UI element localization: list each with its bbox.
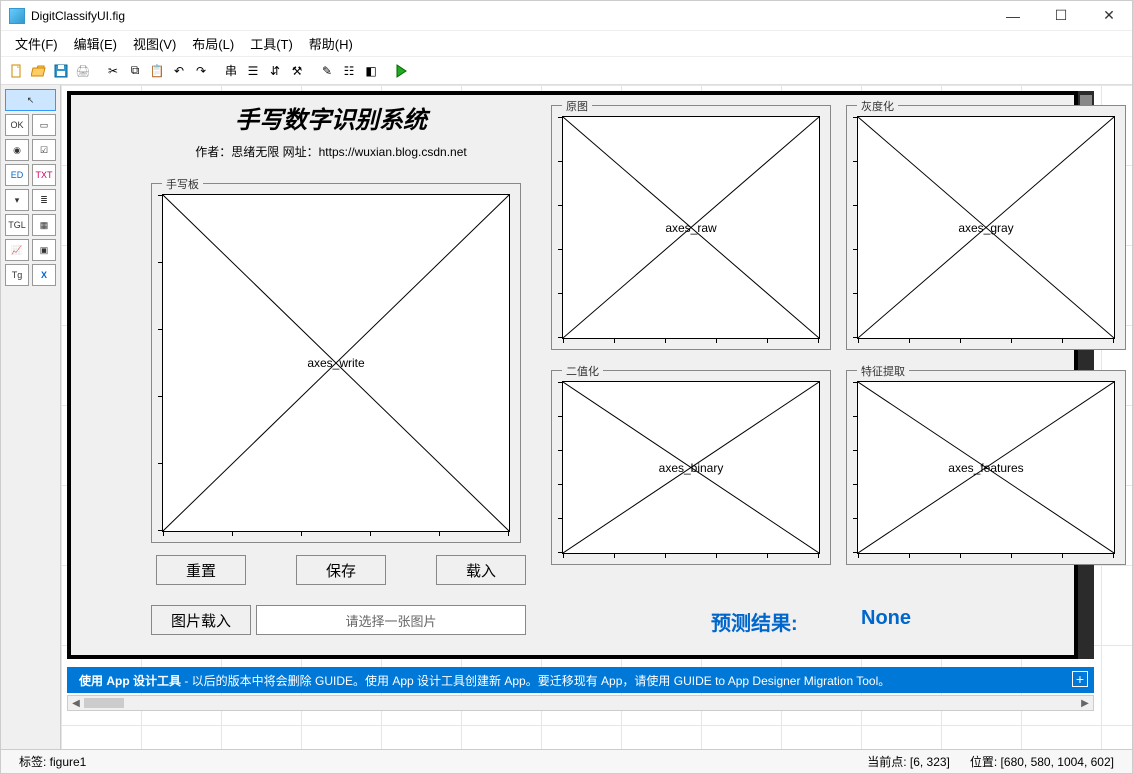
tool-text[interactable]: TXT xyxy=(32,164,56,186)
tool-edit[interactable]: ED xyxy=(5,164,29,186)
toolbar-editor-icon[interactable]: ⚒ xyxy=(287,61,307,81)
panel-features[interactable]: 特征提取 axes_features xyxy=(846,370,1126,565)
status-position: 位置: [680, 580, 1004, 602] xyxy=(960,753,1124,770)
minimize-button[interactable]: — xyxy=(998,6,1028,26)
object-browser-icon[interactable]: ◧ xyxy=(361,61,381,81)
bluebar-bold: 使用 App 设计工具 xyxy=(79,674,181,688)
tab-order-icon[interactable]: ⇵ xyxy=(265,61,285,81)
menu-tools[interactable]: 工具(T) xyxy=(244,32,299,55)
axes-features-name: axes_features xyxy=(948,461,1023,475)
axes-write-name: axes_write xyxy=(307,356,364,370)
menu-help[interactable]: 帮助(H) xyxy=(303,32,359,55)
reset-button[interactable]: 重置 xyxy=(156,555,246,585)
tool-checkbox[interactable]: ☑ xyxy=(32,139,56,161)
app-title: 手写数字识别系统 xyxy=(151,100,511,135)
guide-deprecation-bar: 使用 App 设计工具 - 以后的版本中将会删除 GUIDE。使用 App 设计… xyxy=(67,667,1094,693)
align-icon[interactable]: 串 xyxy=(221,61,241,81)
component-palette: ↖ OK ▭ ◉ ☑ ED TXT ▾ ≣ TGL ▦ 📈 ▣ Tg X xyxy=(1,85,61,749)
maximize-button[interactable]: ☐ xyxy=(1046,6,1076,26)
image-load-button[interactable]: 图片载入 xyxy=(151,605,251,635)
axes-raw[interactable]: axes_raw xyxy=(562,116,820,339)
bluebar-expand-icon[interactable]: + xyxy=(1072,671,1088,687)
axes-write[interactable]: axes_write xyxy=(162,194,510,532)
status-bar: 标签: figure1 当前点: [6, 323] 位置: [680, 580,… xyxy=(1,749,1132,773)
save-button[interactable]: 保存 xyxy=(296,555,386,585)
image-path-input[interactable]: 请选择一张图片 xyxy=(256,605,526,635)
panel-write-label: 手写板 xyxy=(162,176,203,192)
tool-slider[interactable]: ▭ xyxy=(32,114,56,136)
window-titlebar: DigitClassifyUI.fig — ☐ ✕ xyxy=(1,1,1132,31)
new-icon[interactable] xyxy=(7,61,27,81)
menu-file[interactable]: 文件(F) xyxy=(9,32,64,55)
tool-panel[interactable]: ▣ xyxy=(32,239,56,261)
prediction-label: 预测结果: xyxy=(711,607,798,636)
panel-gray[interactable]: 灰度化 axes_gray xyxy=(846,105,1126,350)
design-canvas[interactable]: 手写数字识别系统 作者：思绪无限 网址：https://wuxian.blog.… xyxy=(61,85,1132,749)
window-title: DigitClassifyUI.fig xyxy=(31,9,998,23)
bluebar-text: - 以后的版本中将会删除 GUIDE。使用 App 设计工具创建新 App。要迁… xyxy=(181,674,890,688)
tool-listbox[interactable]: ≣ xyxy=(32,189,56,211)
cut-icon[interactable]: ✂ xyxy=(103,61,123,81)
tool-popup[interactable]: ▾ xyxy=(5,189,29,211)
menu-bar: 文件(F) 编辑(E) 视图(V) 布局(L) 工具(T) 帮助(H) xyxy=(1,31,1132,57)
property-inspector-icon[interactable]: ☷ xyxy=(339,61,359,81)
menu-edit[interactable]: 编辑(E) xyxy=(68,32,123,55)
status-tag: 标签: figure1 xyxy=(9,753,96,770)
panel-write[interactable]: 手写板 axes_write xyxy=(151,183,521,543)
save-icon[interactable] xyxy=(51,61,71,81)
tool-radio[interactable]: ◉ xyxy=(5,139,29,161)
app-icon xyxy=(9,8,25,24)
tool-buttongroup[interactable]: Tg xyxy=(5,264,29,286)
menu-view[interactable]: 视图(V) xyxy=(127,32,182,55)
axes-gray-name: axes_gray xyxy=(958,221,1013,235)
panel-binary[interactable]: 二值化 axes_binary xyxy=(551,370,831,565)
toolbar: 🖨 ✂ ⧉ 📋 ↶ ↷ 串 ☰ ⇵ ⚒ ✎ ☷ ◧ xyxy=(1,57,1132,85)
axes-gray[interactable]: axes_gray xyxy=(857,116,1115,339)
menu-editor-icon[interactable]: ☰ xyxy=(243,61,263,81)
app-subtitle: 作者：思绪无限 网址：https://wuxian.blog.csdn.net xyxy=(151,143,511,160)
tool-axes[interactable]: 📈 xyxy=(5,239,29,261)
tool-table[interactable]: ▦ xyxy=(32,214,56,236)
prediction-value: None xyxy=(861,607,911,630)
close-button[interactable]: ✕ xyxy=(1094,6,1124,26)
axes-binary-name: axes_binary xyxy=(659,461,724,475)
undo-icon[interactable]: ↶ xyxy=(169,61,189,81)
axes-features[interactable]: axes_features xyxy=(857,381,1115,554)
panel-raw[interactable]: 原图 axes_raw xyxy=(551,105,831,350)
scroll-left-icon[interactable]: ◀ xyxy=(68,696,84,710)
panel-raw-label: 原图 xyxy=(562,98,592,114)
run-icon[interactable] xyxy=(391,61,411,81)
axes-raw-name: axes_raw xyxy=(665,221,716,235)
tool-select[interactable]: ↖ xyxy=(5,89,56,111)
tool-toggle[interactable]: TGL xyxy=(5,214,29,236)
editor-icon[interactable]: ✎ xyxy=(317,61,337,81)
tool-pushbutton[interactable]: OK xyxy=(5,114,29,136)
panel-binary-label: 二值化 xyxy=(562,363,603,379)
axes-binary[interactable]: axes_binary xyxy=(562,381,820,554)
work-area: ↖ OK ▭ ◉ ☑ ED TXT ▾ ≣ TGL ▦ 📈 ▣ Tg X 手写数… xyxy=(1,85,1132,749)
scroll-thumb[interactable] xyxy=(84,698,124,708)
paste-icon[interactable]: 📋 xyxy=(147,61,167,81)
canvas-scrollbar-h[interactable]: ◀ ▶ xyxy=(67,695,1094,711)
scroll-right-icon[interactable]: ▶ xyxy=(1077,696,1093,710)
status-current-point: 当前点: [6, 323] xyxy=(857,753,960,770)
redo-icon[interactable]: ↷ xyxy=(191,61,211,81)
open-icon[interactable] xyxy=(29,61,49,81)
print-icon[interactable]: 🖨 xyxy=(73,61,93,81)
tool-activex[interactable]: X xyxy=(32,264,56,286)
menu-layout[interactable]: 布局(L) xyxy=(186,32,240,55)
panel-features-label: 特征提取 xyxy=(857,363,909,379)
panel-gray-label: 灰度化 xyxy=(857,98,898,114)
copy-icon[interactable]: ⧉ xyxy=(125,61,145,81)
load-button[interactable]: 载入 xyxy=(436,555,526,585)
